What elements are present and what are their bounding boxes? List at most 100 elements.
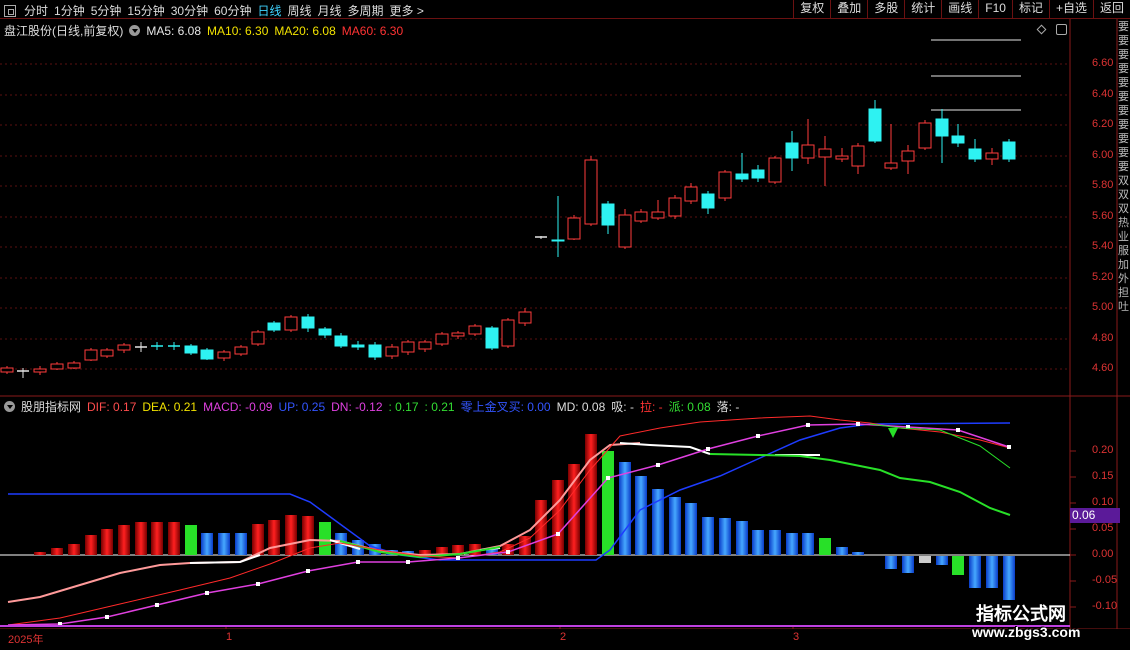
macd-bar xyxy=(685,503,697,555)
macd-label: MACD: -0.09 xyxy=(203,399,273,414)
toolbar-button[interactable]: 多股 xyxy=(867,0,904,19)
candle-body-down xyxy=(301,316,315,329)
toolbar-button[interactable]: +自选 xyxy=(1048,0,1093,19)
marker-dot xyxy=(105,615,109,619)
candle-body-up xyxy=(284,316,298,331)
toolbar-button[interactable]: 复权 xyxy=(793,0,830,19)
candle-body-up xyxy=(468,325,482,335)
candle-body-up xyxy=(718,171,732,199)
price-candles-svg xyxy=(0,19,1130,397)
macd-bar xyxy=(752,530,764,555)
candle-body-up xyxy=(50,363,64,370)
watermark: 指标公式网 www.zbgs3.com xyxy=(966,598,1126,646)
toolbar-button[interactable]: 标记 xyxy=(1011,0,1049,19)
indicator-tick-label: 0.00 xyxy=(1092,548,1114,560)
indicator-tick-label: 0.10 xyxy=(1092,496,1114,508)
period-tab[interactable]: 15分钟 xyxy=(127,2,164,19)
macd-bar xyxy=(135,522,147,555)
toolbar-button[interactable]: 叠加 xyxy=(830,0,867,19)
toolbar-button[interactable]: 画线 xyxy=(941,0,978,19)
period-tab[interactable]: 60分钟 xyxy=(214,2,251,19)
price-tick-label: 6.20 xyxy=(1092,118,1114,130)
ma10-label: MA10: 6.30 xyxy=(207,23,269,38)
dif-line xyxy=(7,415,1011,626)
period-tab[interactable]: 月线 xyxy=(318,2,342,19)
macd-bar xyxy=(151,522,163,555)
macd-bar xyxy=(168,522,180,555)
candle-body-up xyxy=(668,197,682,217)
period-tab[interactable]: 更多 > xyxy=(390,2,424,19)
macd-bar-negative xyxy=(986,556,998,588)
macd-bar xyxy=(552,480,564,555)
period-tab[interactable]: 1分钟 xyxy=(54,2,85,19)
candle-body-down xyxy=(318,328,332,336)
marker-dot xyxy=(656,463,660,467)
macd-bar xyxy=(268,520,280,555)
candle-body-down xyxy=(485,327,499,349)
candle-body-up xyxy=(901,150,915,162)
candle-body-down xyxy=(701,193,715,209)
period-tab[interactable]: 30分钟 xyxy=(171,2,208,19)
candle-body-up xyxy=(251,331,265,345)
date-label: 2025年 xyxy=(8,634,44,646)
xi-label: 吸: - xyxy=(611,400,634,414)
ma20-label: MA20: 6.08 xyxy=(274,23,336,38)
candle-body-up xyxy=(501,319,515,347)
macd-bar-negative xyxy=(919,556,931,563)
toolbar-button[interactable]: F10 xyxy=(978,0,1012,19)
price-tick-label: 5.00 xyxy=(1092,301,1114,313)
top-toolbar: 分时 1分钟 5分钟 15分钟 30分钟 60分钟 日线 周线 月线 多周期 更多 > 复权 叠加 多股… xyxy=(0,0,1130,19)
indicator-dropdown-icon[interactable] xyxy=(129,25,141,36)
stock-chart-window: 分时 1分钟 5分钟 15分钟 30分钟 60分钟 日线 周线 月线 多周期 更多 > 复权 叠加 多股… xyxy=(0,0,1130,650)
indicator-menu-icon[interactable] xyxy=(4,401,15,412)
candle-body-up xyxy=(234,346,248,355)
macd-bar xyxy=(786,533,798,555)
marker-dot xyxy=(205,591,209,595)
macd-bar-negative xyxy=(969,556,981,588)
la-label: 拉: - xyxy=(639,400,663,414)
layout-grid-icon[interactable] xyxy=(4,4,16,17)
candle-body-down xyxy=(351,344,365,348)
period-tab[interactable]: 分时 xyxy=(24,2,48,19)
macd-bar xyxy=(585,434,597,555)
price-tick-label: 4.60 xyxy=(1092,362,1114,374)
candle-body-up xyxy=(584,159,598,225)
period-tab[interactable]: 多周期 xyxy=(348,2,384,19)
toolbar-button[interactable]: 统计 xyxy=(904,0,941,19)
candle-body-down xyxy=(785,142,799,159)
macd-bar xyxy=(836,547,848,555)
toolbar-button[interactable]: 返回 xyxy=(1092,0,1130,19)
indicator-legend: 股朋指标网 DIF: 0.17 DEA: 0.21 MACD: -0.09 UP… xyxy=(4,398,739,415)
maximize-icon[interactable] xyxy=(1056,24,1067,35)
macd-bar xyxy=(118,525,130,555)
candle-body-up xyxy=(385,346,399,357)
marker-dot xyxy=(356,560,360,564)
current-value-badge: 0.06 xyxy=(1070,508,1120,523)
ma60-label: MA60: 6.30 xyxy=(341,23,404,38)
macd-bar xyxy=(852,552,864,555)
candle-body-up xyxy=(100,349,114,357)
candle-body-up xyxy=(985,152,999,160)
candle-body-up xyxy=(618,214,632,248)
candle-body-up xyxy=(567,217,581,240)
date-label: 1 xyxy=(226,631,233,643)
macd-bar-negative xyxy=(885,556,897,569)
main-price-chart[interactable]: 盘江股份(日线,前复权) MA5: 6.08 MA10: 6.30 MA20: … xyxy=(0,19,1130,397)
indicator-tick-label: 0.15 xyxy=(1092,470,1114,482)
indicator-panel-svg[interactable] xyxy=(0,397,1130,629)
period-tab[interactable]: 5分钟 xyxy=(91,2,122,19)
indicator-tick-label: 0.05 xyxy=(1092,522,1114,534)
macd-bar xyxy=(619,462,631,555)
period-tab[interactable]: 日线 xyxy=(257,2,281,19)
candle-body-down xyxy=(601,203,615,226)
ma5-label: MA5: 6.08 xyxy=(146,23,202,38)
period-tab[interactable]: 周线 xyxy=(287,2,311,19)
marker-dot xyxy=(856,422,860,426)
price-tick-label: 6.60 xyxy=(1092,57,1114,69)
indicator-tick-label: 0.20 xyxy=(1092,444,1114,456)
marker-dot xyxy=(256,582,260,586)
main-legend: 盘江股份(日线,前复权) MA5: 6.08 MA10: 6.30 MA20: … xyxy=(4,22,403,39)
green-line xyxy=(709,453,1011,516)
candle-body-up xyxy=(918,122,932,149)
candle-body-up xyxy=(33,368,47,373)
